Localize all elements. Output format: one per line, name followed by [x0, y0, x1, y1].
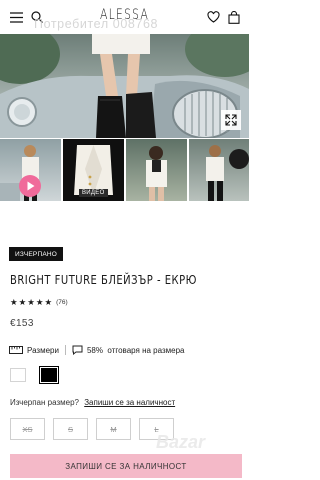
hero-image[interactable] [0, 34, 249, 138]
star-icon: ★ [27, 297, 35, 307]
star-icon: ★ [35, 297, 44, 307]
size-info-row: Размери 58% отговаря на размера [9, 345, 185, 355]
divider [64, 345, 66, 355]
notify-row: Изчерпан размер? Запиши се за наличност [10, 398, 175, 407]
video-label: ВИДЕО [79, 189, 108, 197]
thumbnail-3[interactable] [126, 139, 187, 201]
star-icon: ★ [44, 297, 53, 307]
notify-me-button[interactable]: ЗАПИШИ СЕ ЗА НАЛИЧНОСТ [10, 454, 242, 478]
speech-bubble-icon [72, 345, 83, 355]
product-title: BRIGHT FUTURE БЛЕЙЗЪР - ЕКРЮ [10, 272, 197, 287]
size-option-m[interactable]: M [96, 418, 131, 440]
fit-text: 58% отговаря на размера [86, 345, 185, 355]
size-selector: XS S M L [10, 418, 174, 440]
watermark: Потребител 008768 [34, 17, 159, 31]
size-guide-link[interactable]: Размери [9, 346, 59, 355]
star-icon: ★ [18, 297, 27, 307]
thumbnail-video[interactable]: ВИДЕО [63, 139, 124, 201]
expand-icon [225, 114, 237, 126]
fit-info[interactable]: 58% отговаря на размера [72, 345, 185, 355]
notify-question: Изчерпан размер? [10, 398, 79, 407]
star-icon: ★ [10, 297, 18, 307]
status-badge: ИЗЧЕРПАНО [9, 247, 64, 261]
hero-photo [0, 34, 249, 138]
color-swatch-ecru[interactable] [10, 368, 26, 382]
bag-icon[interactable] [226, 9, 242, 25]
heart-icon[interactable] [205, 9, 221, 25]
price: €153 [10, 318, 34, 329]
expand-button[interactable] [221, 110, 241, 130]
size-guide-label: Размери [27, 345, 59, 355]
hamburger-icon[interactable] [8, 9, 24, 25]
review-count: (76) [56, 298, 68, 306]
rating[interactable]: ★ ★ ★ ★ ★ (76) [10, 298, 68, 307]
ruler-icon [9, 346, 23, 354]
color-swatches [10, 366, 59, 384]
thumbnail-4[interactable] [189, 139, 249, 201]
size-option-s[interactable]: S [53, 418, 88, 440]
notify-link[interactable]: Запиши се за наличност [84, 398, 175, 407]
color-swatch-black[interactable] [39, 366, 59, 384]
play-icon[interactable] [19, 175, 41, 197]
site-watermark: Bazar [156, 432, 206, 452]
size-option-xs[interactable]: XS [10, 418, 45, 440]
